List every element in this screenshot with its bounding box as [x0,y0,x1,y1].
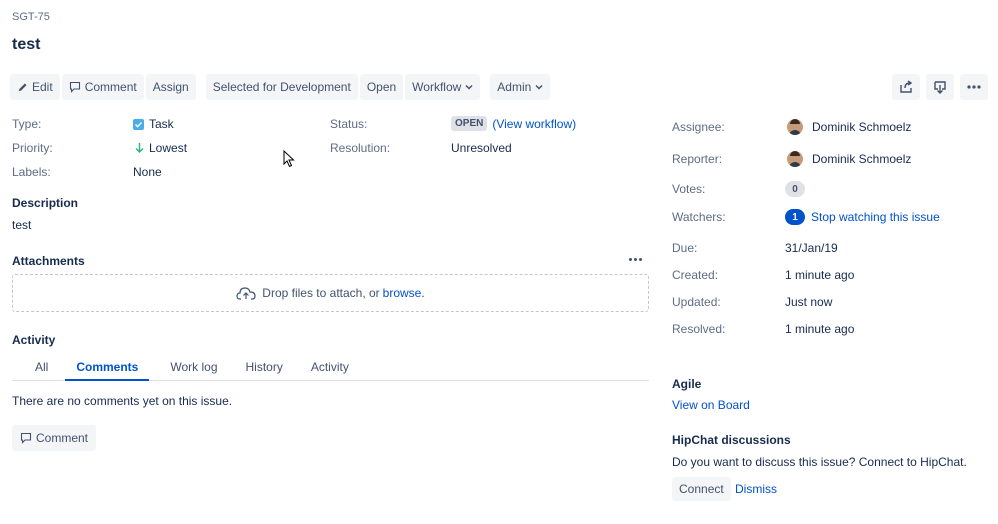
resolved-value: 1 minute ago [785,322,855,336]
selected-for-development-label: Selected for Development [212,80,351,94]
activity-tabs: All Comments Work log History Activity [12,360,649,381]
created-value: 1 minute ago [785,268,855,282]
issue-toolbar: Edit Comment Assign Selected for Develop… [10,74,551,100]
connect-button[interactable]: Connect [672,477,731,501]
tab-work-log[interactable]: Work log [159,360,228,381]
votes-badge: 0 [785,181,805,197]
open-label: Open [366,80,397,94]
share-button[interactable] [892,74,920,100]
status-label: Status: [330,117,368,131]
toolbar-group-transitions: Selected for Development Open Workflow [205,74,481,100]
toolbar-right [892,74,988,100]
add-comment-button[interactable]: Comment [12,425,97,451]
created-label: Created: [672,268,719,282]
tab-comments[interactable]: Comments [65,360,150,381]
no-comments-text: There are no comments yet on this issue. [12,394,233,408]
toolbar-group-edit: Edit Comment Assign [10,74,196,100]
more-icon [967,85,981,89]
attachments-title: Attachments [12,254,85,268]
chevron-down-icon [535,84,543,90]
status-lozenge: OPEN [451,116,488,131]
assign-button[interactable]: Assign [145,74,196,100]
description-title: Description [12,196,79,210]
export-icon [934,81,946,94]
more-actions-button[interactable] [960,74,988,100]
add-comment-label: Comment [36,431,89,445]
resolution-label: Resolution: [330,141,391,155]
view-workflow-link[interactable]: (View workflow) [492,117,576,131]
mouse-cursor-icon [283,150,295,168]
watchers-value: 1 Stop watching this issue [785,209,940,225]
comment-label: Comment [84,80,137,94]
comment-toolbar-button[interactable]: Comment [61,74,144,100]
assignee-value[interactable]: Dominik Schmoelz [787,119,911,135]
avatar [787,151,803,167]
selected-for-development-button[interactable]: Selected for Development [205,74,358,100]
priority-text: Lowest [149,141,188,155]
status-value: OPEN (View workflow) [451,116,576,131]
tab-activity[interactable]: Activity [300,360,360,381]
reporter-label: Reporter: [672,152,723,166]
edit-button[interactable]: Edit [10,74,60,100]
assignee-name: Dominik Schmoelz [812,120,912,134]
share-icon [900,80,913,93]
votes-label: Votes: [672,182,706,196]
labels-label: Labels: [12,165,51,179]
comment-icon [20,432,32,444]
type-text: Task [149,117,174,131]
admin-label: Admin [497,80,532,94]
comment-icon [69,81,80,93]
priority-value: Lowest [135,141,187,155]
toolbar-group-admin: Admin [490,74,551,100]
tab-history[interactable]: History [235,360,294,381]
description-text[interactable]: test [12,218,31,232]
arrow-down-icon [135,143,144,154]
open-button[interactable]: Open [359,74,404,100]
reporter-value[interactable]: Dominik Schmoelz [787,151,911,167]
avatar [787,119,803,135]
pencil-icon [18,82,27,91]
resolved-label: Resolved: [672,322,726,336]
export-button[interactable] [926,74,954,100]
stop-watching-link[interactable]: Stop watching this issue [811,210,940,224]
dropzone-text: Drop files to attach, or [262,286,380,300]
updated-label: Updated: [672,295,721,309]
updated-value: Just now [785,295,833,309]
workflow-dropdown[interactable]: Workflow [405,74,481,100]
reporter-name: Dominik Schmoelz [812,152,912,166]
issue-key[interactable]: SGT-75 [12,11,50,23]
assignee-label: Assignee: [672,120,725,134]
dismiss-link[interactable]: Dismiss [735,482,777,496]
issue-title[interactable]: test [12,36,40,54]
view-on-board-link[interactable]: View on Board [672,398,750,412]
hipchat-title: HipChat discussions [672,433,791,447]
labels-value[interactable]: None [133,165,162,179]
agile-title: Agile [672,377,702,391]
task-icon [133,118,144,130]
attachments-more-icon[interactable] [629,258,642,261]
cloud-upload-icon [236,287,256,300]
attachments-dropzone[interactable]: Drop files to attach, or browse. [12,274,649,312]
priority-label: Priority: [12,141,53,155]
browse-link[interactable]: browse. [383,286,425,300]
chevron-down-icon [465,84,473,90]
type-label: Type: [12,117,42,131]
watchers-label: Watchers: [672,210,726,224]
assign-label: Assign [152,80,189,94]
activity-title: Activity [12,333,56,347]
watchers-badge[interactable]: 1 [785,209,805,225]
admin-dropdown[interactable]: Admin [490,74,551,100]
resolution-value: Unresolved [451,141,512,155]
due-label: Due: [672,241,698,255]
due-value: 31/Jan/19 [785,241,838,255]
type-value: Task [133,117,174,131]
connect-label: Connect [679,482,724,496]
edit-label: Edit [32,80,53,94]
votes-value[interactable]: 0 [785,181,805,197]
hipchat-text: Do you want to discuss this issue? Conne… [672,455,967,469]
workflow-label: Workflow [412,80,462,94]
tab-all[interactable]: All [12,360,59,381]
